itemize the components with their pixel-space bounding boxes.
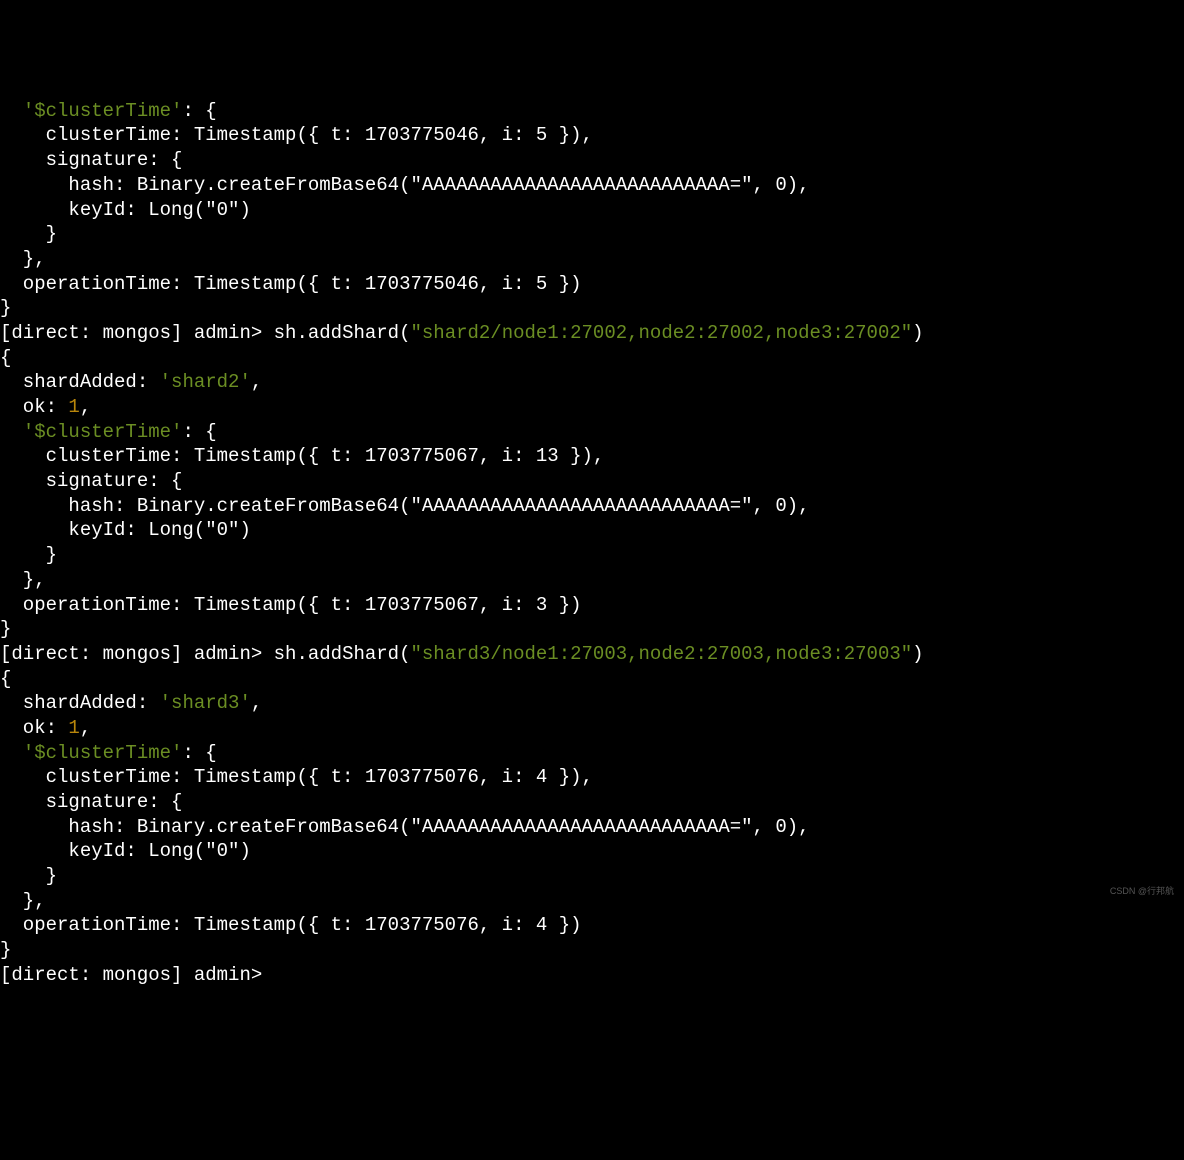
string-arg: "shard3/node1:27003,node2:27003,node3:27… bbox=[410, 643, 912, 665]
output-line: : { bbox=[182, 100, 216, 122]
output-line: }, bbox=[0, 248, 46, 270]
prompt: [direct: mongos] admin> bbox=[0, 643, 274, 665]
string-value: 'shard3' bbox=[160, 692, 251, 714]
output-line: keyId: Long("0") bbox=[0, 840, 251, 862]
output-line: operationTime: Timestamp({ t: 1703775067… bbox=[0, 594, 582, 616]
command-text: sh.addShard( bbox=[274, 322, 411, 344]
output-line: signature: { bbox=[0, 470, 182, 492]
command-text: sh.addShard( bbox=[274, 643, 411, 665]
cluster-time-key: '$clusterTime' bbox=[23, 421, 183, 443]
command-text: ) bbox=[912, 322, 923, 344]
output-line: } bbox=[0, 297, 11, 319]
output-line: , bbox=[80, 717, 91, 739]
output-line: , bbox=[251, 371, 262, 393]
output-line: operationTime: Timestamp({ t: 1703775046… bbox=[0, 273, 582, 295]
output-line: clusterTime: Timestamp({ t: 1703775046, … bbox=[0, 124, 593, 146]
output-line: hash: Binary.createFromBase64("AAAAAAAAA… bbox=[0, 816, 810, 838]
output-line: } bbox=[0, 865, 57, 887]
output-line: signature: { bbox=[0, 791, 182, 813]
output-line: clusterTime: Timestamp({ t: 1703775067, … bbox=[0, 445, 604, 467]
output-line bbox=[0, 421, 23, 443]
output-line: , bbox=[251, 692, 262, 714]
output-line bbox=[0, 100, 23, 122]
output-line: } bbox=[0, 544, 57, 566]
cluster-time-key: '$clusterTime' bbox=[23, 100, 183, 122]
output-line: operationTime: Timestamp({ t: 1703775076… bbox=[0, 914, 582, 936]
output-line: clusterTime: Timestamp({ t: 1703775076, … bbox=[0, 766, 593, 788]
output-line: }, bbox=[0, 569, 46, 591]
number-value: 1 bbox=[68, 717, 79, 739]
output-line: keyId: Long("0") bbox=[0, 519, 251, 541]
output-line: : { bbox=[182, 742, 216, 764]
prompt: [direct: mongos] admin> bbox=[0, 964, 274, 986]
output-line: : { bbox=[182, 421, 216, 443]
output-line: keyId: Long("0") bbox=[0, 199, 251, 221]
output-line: shardAdded: bbox=[0, 692, 160, 714]
string-value: 'shard2' bbox=[160, 371, 251, 393]
cluster-time-key: '$clusterTime' bbox=[23, 742, 183, 764]
output-line: { bbox=[0, 347, 11, 369]
string-arg: "shard2/node1:27002,node2:27002,node3:27… bbox=[410, 322, 912, 344]
watermark: CSDN @行邦航 bbox=[1110, 886, 1174, 898]
output-line: hash: Binary.createFromBase64("AAAAAAAAA… bbox=[0, 495, 810, 517]
output-line: { bbox=[0, 668, 11, 690]
output-line: , bbox=[80, 396, 91, 418]
output-line: shardAdded: bbox=[0, 371, 160, 393]
output-line: signature: { bbox=[0, 149, 182, 171]
output-line: }, bbox=[0, 890, 46, 912]
output-line: ok: bbox=[0, 396, 68, 418]
output-line: } bbox=[0, 223, 57, 245]
output-line: } bbox=[0, 618, 11, 640]
output-line: ok: bbox=[0, 717, 68, 739]
number-value: 1 bbox=[68, 396, 79, 418]
output-line: } bbox=[0, 939, 11, 961]
command-text: ) bbox=[912, 643, 923, 665]
prompt: [direct: mongos] admin> bbox=[0, 322, 274, 344]
output-line bbox=[0, 742, 23, 764]
terminal-output[interactable]: '$clusterTime': { clusterTime: Timestamp… bbox=[0, 99, 1184, 988]
output-line: hash: Binary.createFromBase64("AAAAAAAAA… bbox=[0, 174, 810, 196]
